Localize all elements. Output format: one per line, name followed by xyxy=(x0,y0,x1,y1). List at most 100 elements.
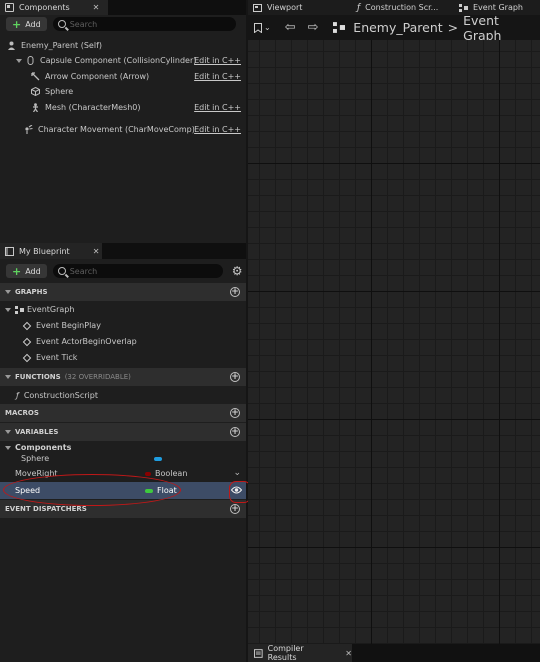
arrow-icon xyxy=(31,72,40,81)
variable-type-label: Float xyxy=(157,486,177,495)
close-icon[interactable]: ✕ xyxy=(345,649,352,658)
functions-header-label: FUNCTIONS xyxy=(15,373,61,381)
chevron-down-icon[interactable]: ⌄ xyxy=(233,468,241,478)
component-item-label: Arrow Component (Arrow) xyxy=(45,72,150,81)
component-item-label: Mesh (CharacterMesh0) xyxy=(45,103,141,112)
functions-overridable-count: (32 OVERRIDABLE) xyxy=(64,373,131,381)
collapse-arrow-icon[interactable] xyxy=(5,307,11,312)
tab-construction-script-label: Construction Scr... xyxy=(365,3,439,12)
bookmark-dropdown[interactable]: ⌄ xyxy=(254,22,271,33)
collapse-arrow-icon[interactable] xyxy=(5,375,11,379)
collapse-arrow-icon[interactable] xyxy=(16,58,22,63)
component-root[interactable]: Enemy_Parent (Self) xyxy=(0,38,246,53)
event-icon xyxy=(22,321,32,330)
breadcrumb-root[interactable]: Enemy_Parent xyxy=(353,20,442,35)
blueprint-tabbar: My Blueprint ✕ xyxy=(0,243,246,259)
graph-icon xyxy=(332,22,346,33)
tab-compiler-results[interactable]: Compiler Results ✕ xyxy=(248,644,352,662)
event-item-label: Event ActorBeginOverlap xyxy=(36,337,137,346)
variables-section-header[interactable]: VARIABLES + xyxy=(0,423,246,441)
variable-row-selected[interactable]: Speed Float xyxy=(0,482,246,499)
add-member-button[interactable]: + Add xyxy=(6,264,47,278)
tab-my-blueprint-label: My Blueprint xyxy=(19,246,70,256)
function-item-label: ConstructionScript xyxy=(23,391,98,400)
add-label: Add xyxy=(25,19,41,29)
viewport-icon xyxy=(253,3,262,12)
edit-in-cpp-link[interactable]: Edit in C++ xyxy=(194,103,241,112)
tab-my-blueprint[interactable]: My Blueprint ✕ xyxy=(0,243,102,259)
function-icon: ƒ xyxy=(16,391,19,400)
add-label: Add xyxy=(25,266,41,276)
blueprint-toolbar: + Add ⚙ xyxy=(0,261,246,281)
event-dispatchers-section-header[interactable]: EVENT DISPATCHERS + xyxy=(0,500,246,518)
search-icon xyxy=(57,267,66,275)
event-item[interactable]: Event ActorBeginOverlap xyxy=(0,334,246,349)
components-search-input[interactable] xyxy=(69,19,220,29)
graphs-section-header[interactable]: GRAPHS + xyxy=(0,283,246,301)
tab-viewport[interactable]: Viewport xyxy=(253,0,302,15)
add-variable-icon[interactable]: + xyxy=(230,427,240,437)
event-item[interactable]: Event BeginPlay xyxy=(0,318,246,333)
collapse-arrow-icon[interactable] xyxy=(5,290,11,294)
edit-in-cpp-link[interactable]: Edit in C++ xyxy=(194,125,241,134)
variable-type[interactable]: Float xyxy=(145,486,177,495)
gear-icon[interactable]: ⚙ xyxy=(232,264,243,278)
event-graph-canvas[interactable] xyxy=(248,40,540,644)
breadcrumb-current: Event Graph xyxy=(463,12,502,43)
components-tabbar: Components ✕ xyxy=(0,0,246,15)
add-component-button[interactable]: + Add xyxy=(6,17,47,31)
add-macro-icon[interactable]: + xyxy=(230,408,240,418)
tab-construction-script[interactable]: ƒ Construction Scr... xyxy=(357,0,438,15)
add-graph-icon[interactable]: + xyxy=(230,287,240,297)
movement-icon xyxy=(25,125,33,134)
macros-section-header[interactable]: MACROS + xyxy=(0,404,246,422)
variable-type[interactable] xyxy=(154,456,162,461)
component-item[interactable]: Capsule Component (CollisionCylinder) Ed… xyxy=(0,53,246,68)
add-function-icon[interactable]: + xyxy=(230,372,240,382)
back-arrow-icon[interactable]: ⇦ xyxy=(285,20,296,35)
component-item[interactable]: Arrow Component (Arrow) Edit in C++ xyxy=(0,69,246,84)
breadcrumb-separator: > xyxy=(447,20,459,35)
component-item[interactable]: Sphere xyxy=(0,84,246,99)
variable-row[interactable]: MoveRight Boolean ⌄ xyxy=(0,466,246,481)
edit-in-cpp-link[interactable]: Edit in C++ xyxy=(194,56,241,65)
eye-icon[interactable] xyxy=(231,486,242,494)
skeletal-mesh-icon xyxy=(33,103,38,112)
close-icon[interactable]: ✕ xyxy=(93,247,100,256)
blueprint-search[interactable] xyxy=(52,264,223,278)
component-item-label: Capsule Component (CollisionCylinder) xyxy=(40,56,197,65)
edit-in-cpp-link[interactable]: Edit in C++ xyxy=(194,72,241,81)
variable-name: Speed xyxy=(15,486,41,495)
capsule-icon xyxy=(27,56,34,65)
graph-icon xyxy=(459,3,468,12)
variable-row[interactable]: Sphere xyxy=(0,451,246,466)
plus-icon: + xyxy=(12,17,22,31)
functions-section-header[interactable]: FUNCTIONS (32 OVERRIDABLE) + xyxy=(0,368,246,386)
function-icon: ƒ xyxy=(357,2,361,13)
components-search[interactable] xyxy=(52,17,236,31)
event-item-label: Event BeginPlay xyxy=(36,321,101,330)
close-icon[interactable]: ✕ xyxy=(93,3,100,12)
variable-name: MoveRight xyxy=(15,469,58,478)
tab-compiler-results-label: Compiler Results xyxy=(267,644,304,662)
collapse-arrow-icon[interactable] xyxy=(5,430,11,434)
event-item-label: Event Tick xyxy=(36,353,78,362)
event-graph-item[interactable]: EventGraph xyxy=(0,302,246,317)
editor-area: Viewport ƒ Construction Scr... Event Gra… xyxy=(248,0,540,662)
bottom-tabbar: Compiler Results ✕ xyxy=(248,644,540,662)
component-item[interactable]: Mesh (CharacterMesh0) Edit in C++ xyxy=(0,100,246,115)
blueprint-search-input[interactable] xyxy=(69,266,220,276)
component-item-label: Sphere xyxy=(45,87,74,96)
sphere-icon xyxy=(31,87,40,96)
add-dispatcher-icon[interactable]: + xyxy=(230,504,240,514)
tab-components[interactable]: Components ✕ xyxy=(0,0,108,15)
graphs-header-label: GRAPHS xyxy=(15,288,48,296)
event-icon xyxy=(22,353,32,362)
function-item[interactable]: ƒ ConstructionScript xyxy=(0,388,246,403)
graph-toolbar: ⌄ ⇦ ⇨ Enemy_Parent > Event Graph xyxy=(248,12,540,43)
forward-arrow-icon[interactable]: ⇨ xyxy=(308,20,319,35)
component-item[interactable]: Character Movement (CharMoveComp) Edit i… xyxy=(0,122,246,137)
event-item[interactable]: Event Tick xyxy=(0,350,246,365)
variable-type[interactable]: Boolean xyxy=(145,469,187,478)
collapse-arrow-icon[interactable] xyxy=(5,445,11,450)
